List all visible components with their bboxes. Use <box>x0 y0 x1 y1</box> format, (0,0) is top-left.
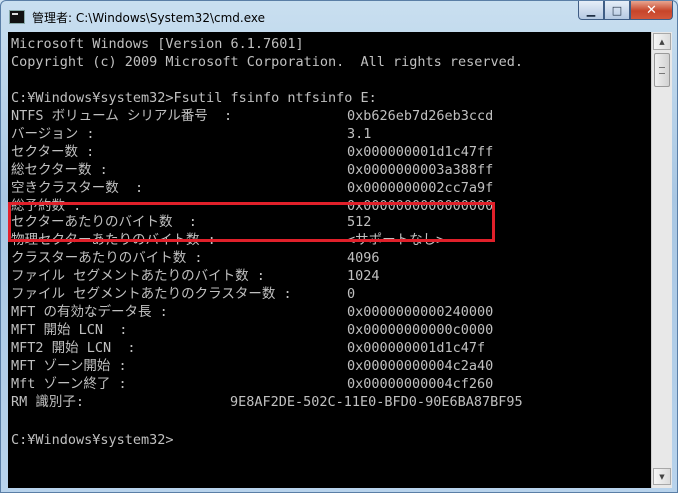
ntfsinfo-label: MFT ゾーン開始 : <box>11 358 127 374</box>
cmd-window: 管理者: C:\Windows\System32\cmd.exe ▁ □ ✕ M… <box>0 0 678 493</box>
ntfsinfo-label: NTFS ボリューム シリアル番号 : <box>11 108 233 124</box>
ntfsinfo-value: 0x000000001d1c47f <box>347 340 486 356</box>
ntfsinfo-label: ファイル セグメントあたりのバイト数 : <box>11 268 265 284</box>
arrow-up-icon: ▲ <box>659 37 665 46</box>
rm-identifier-label: RM 識別子: <box>11 394 85 410</box>
ntfsinfo-label: MFT2 開始 LCN : <box>11 340 136 356</box>
title-bar[interactable]: 管理者: C:\Windows\System32\cmd.exe ▁ □ ✕ <box>1 1 678 33</box>
close-icon: ✕ <box>646 2 657 18</box>
caption-buttons: ▁ □ ✕ <box>578 1 673 21</box>
ntfsinfo-label: セクター数 : <box>11 144 95 160</box>
ntfsinfo-value: 0x00000000004c2a40 <box>347 358 494 374</box>
scroll-up-button[interactable]: ▲ <box>653 33 671 50</box>
console-line-version: Microsoft Windows [Version 6.1.7601] <box>11 36 304 52</box>
ntfsinfo-label: ファイル セグメントあたりのクラスター数 : <box>11 286 292 302</box>
ntfsinfo-value: 4096 <box>347 250 380 266</box>
console-line-copyright: Copyright (c) 2009 Microsoft Corporation… <box>11 54 524 70</box>
minimize-button[interactable]: ▁ <box>578 1 604 20</box>
scroll-down-button[interactable]: ▼ <box>653 468 671 485</box>
ntfsinfo-label: MFT の有効なデータ長 : <box>11 304 168 320</box>
maximize-icon: □ <box>611 3 623 17</box>
minimize-icon: ▁ <box>586 3 596 17</box>
ntfsinfo-value: 0x00000000004cf260 <box>347 376 494 392</box>
ntfsinfo-value: 3.1 <box>347 126 372 142</box>
console-output[interactable]: Microsoft Windows [Version 6.1.7601] Cop… <box>8 32 651 488</box>
ntfsinfo-value: 0xb626eb7d26eb3ccd <box>347 108 494 124</box>
ntfsinfo-value: 0x000000001d1c47ff <box>347 144 494 160</box>
ntfsinfo-label: 総セクター数 : <box>11 162 108 178</box>
console-line-command: C:¥Windows¥system32>Fsutil fsinfo ntfsin… <box>11 90 377 106</box>
ntfsinfo-value: 0x0000000000240000 <box>347 304 494 320</box>
close-button[interactable]: ✕ <box>630 1 673 20</box>
ntfsinfo-value: 0x0000000003a388ff <box>347 162 494 178</box>
red-highlight-box <box>8 202 495 242</box>
ntfsinfo-label: 空きクラスター数 : <box>11 180 144 196</box>
rm-identifier-value: 9E8AF2DE-502C-11E0-BFD0-90E6BA87BF95 <box>230 394 523 410</box>
console-client-area: Microsoft Windows [Version 6.1.7601] Cop… <box>8 32 672 488</box>
ntfsinfo-value: 0x0000000002cc7a9f <box>347 180 494 196</box>
ntfsinfo-value: 0 <box>347 286 356 302</box>
ntfsinfo-value: 1024 <box>347 268 380 284</box>
ntfsinfo-label: クラスターあたりのバイト数 : <box>11 250 203 266</box>
ntfsinfo-label: MFT 開始 LCN : <box>11 322 128 338</box>
command-prompt-line[interactable]: C:¥Windows¥system32> <box>11 431 174 449</box>
arrow-down-icon: ▼ <box>659 472 665 481</box>
window-title: 管理者: C:\Windows\System32\cmd.exe <box>32 11 265 25</box>
maximize-button[interactable]: □ <box>604 1 630 20</box>
ntfsinfo-label: バージョン : <box>11 126 95 142</box>
ntfsinfo-value: 0x00000000000c0000 <box>347 322 494 338</box>
ntfsinfo-label: Mft ゾーン終了 : <box>11 376 127 392</box>
command-prompt-icon[interactable] <box>9 10 25 24</box>
scroll-thumb[interactable] <box>654 53 670 87</box>
vertical-scrollbar[interactable]: ▲ ▼ <box>651 32 672 488</box>
